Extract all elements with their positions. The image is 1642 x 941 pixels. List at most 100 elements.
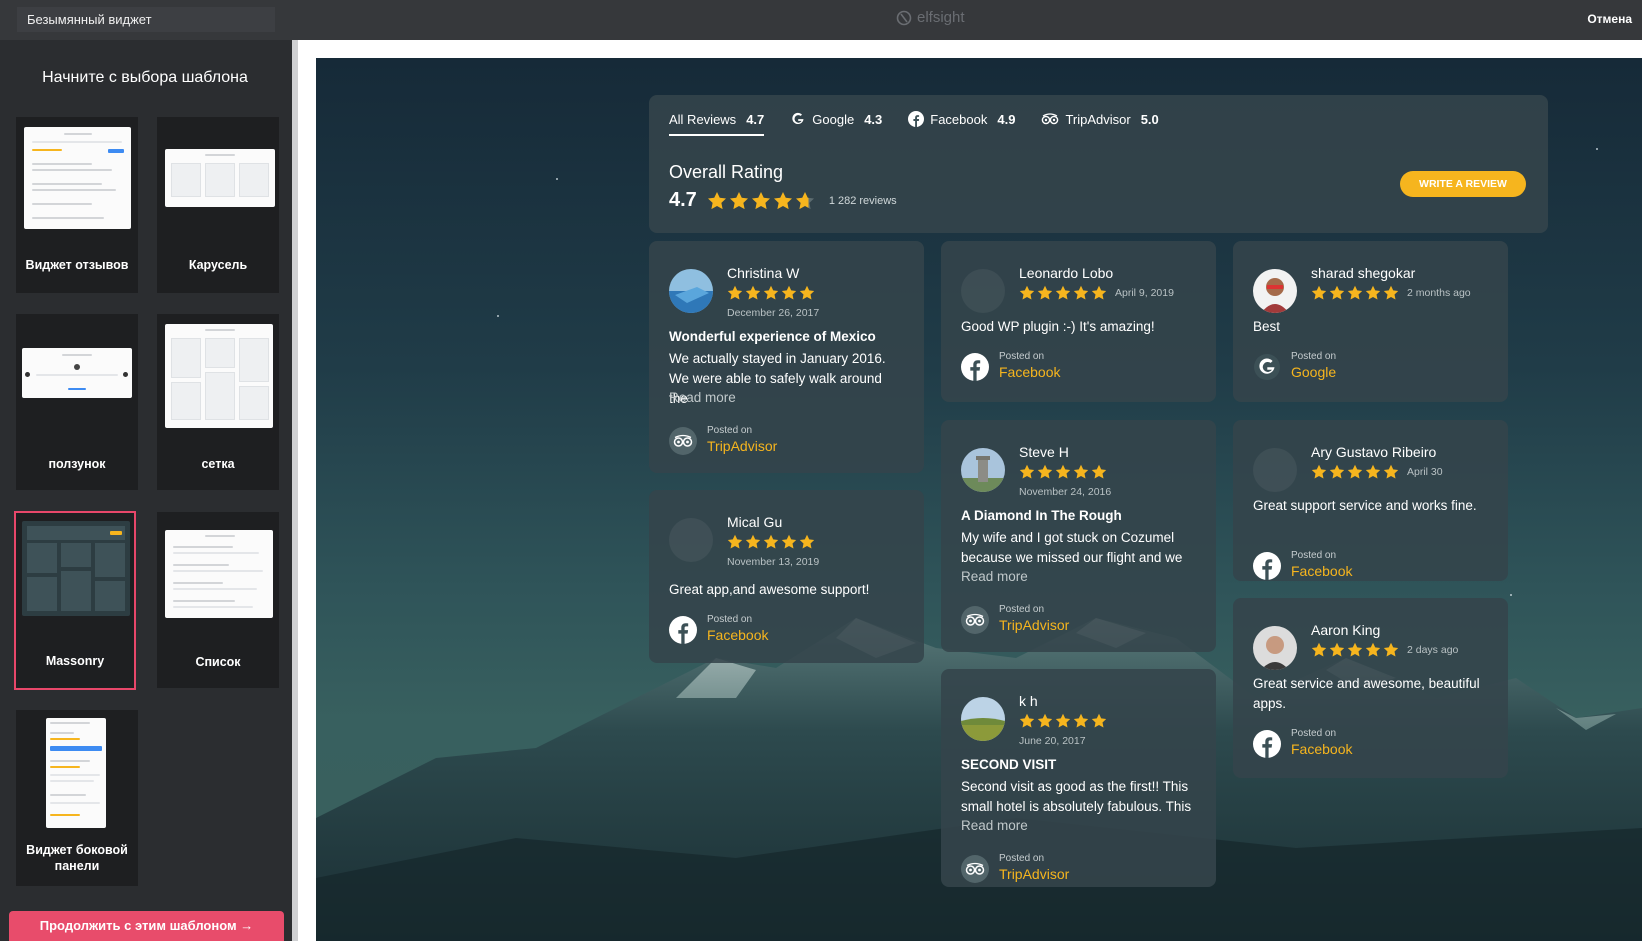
posted-on-label: Posted on — [1291, 351, 1337, 362]
review-stars — [1019, 464, 1107, 480]
review-title: A Diamond In The Rough — [961, 508, 1122, 523]
template-thumbnail — [165, 324, 273, 428]
review-date: November 13, 2019 — [727, 556, 820, 568]
facebook-icon — [1253, 730, 1281, 758]
platform-link[interactable]: Google — [1291, 364, 1336, 380]
review-text: Great service and awesome, beautiful app… — [1253, 676, 1480, 711]
read-more-link[interactable]: Read more — [961, 818, 1028, 833]
avatar — [1253, 269, 1297, 313]
reviewer-name: Mical Gu — [727, 514, 783, 530]
template-label: Карусель — [188, 258, 248, 272]
tab-label: TripAdvisor — [1065, 111, 1131, 127]
review-date: 2 months ago — [1407, 287, 1471, 299]
tripadvisor-icon — [1042, 113, 1059, 125]
facebook-icon — [1253, 552, 1281, 580]
platform-link[interactable]: TripAdvisor — [707, 438, 777, 454]
review-stars — [1019, 285, 1107, 301]
reviewer-name: Aaron King — [1311, 622, 1381, 638]
platform-link[interactable]: Facebook — [1291, 563, 1352, 579]
template-label: ползунок — [48, 457, 106, 471]
read-more-link[interactable]: Read more — [961, 569, 1028, 584]
facebook-icon — [908, 111, 925, 127]
reviewer-name: k h — [1019, 693, 1038, 709]
star-icon — [1073, 285, 1089, 300]
star-icon — [1365, 464, 1381, 479]
template-sidebar-widget[interactable]: Виджет боковой панели — [16, 710, 138, 886]
review-rating: 2 days ago — [1311, 642, 1458, 658]
elfsight-icon — [896, 10, 912, 25]
tab-google[interactable]: Google 4.3 — [790, 107, 882, 131]
widget-name-field[interactable]: Безымянный виджет — [17, 7, 275, 32]
star-icon — [1365, 642, 1381, 657]
overall-rating-title: Overall Rating — [669, 162, 784, 182]
tripadvisor-icon — [669, 427, 697, 455]
star-icon — [1329, 642, 1345, 657]
review-card: Christina W December 26, 2017 Wonderful ex… — [649, 241, 924, 473]
star-icon — [773, 191, 792, 209]
review-text: Best — [1253, 319, 1281, 334]
continue-with-template-button[interactable]: Продолжить с этим шаблоном → — [9, 911, 284, 941]
star-icon — [1019, 464, 1035, 479]
read-more-link[interactable]: Read more — [669, 390, 736, 405]
write-review-button[interactable]: WRITE A REVIEW — [1400, 171, 1526, 197]
review-date: 2 days ago — [1407, 644, 1459, 656]
tab-tripadvisor[interactable]: TripAdvisor 5.0 — [1041, 107, 1159, 131]
template-reviews-widget[interactable]: Виджет отзывов — [16, 117, 138, 293]
tab-rating: 5.0 — [1140, 111, 1159, 127]
template-list[interactable]: Список — [157, 512, 279, 688]
reviews-count: 1 282 reviews — [828, 194, 897, 207]
avatar — [961, 448, 1005, 492]
platform-link[interactable]: TripAdvisor — [999, 866, 1069, 882]
star-icon — [1365, 285, 1381, 300]
rating-header: All Reviews 4.7 Google 4.3 Facebook 4.9 … — [649, 95, 1548, 233]
star-icon — [1329, 464, 1345, 479]
reviewer-name: Steve H — [1019, 444, 1069, 460]
posted-on-label: Posted on — [999, 853, 1045, 864]
template-carousel[interactable]: Карусель — [157, 117, 279, 293]
tab-facebook[interactable]: Facebook 4.9 — [908, 107, 1015, 131]
template-label: Виджет отзывов — [25, 258, 129, 272]
google-icon — [1253, 353, 1281, 381]
star-icon — [1019, 713, 1035, 728]
star-icon — [1091, 285, 1107, 300]
star-icon — [1055, 285, 1071, 300]
platform-link[interactable]: Facebook — [999, 364, 1060, 380]
star-icon — [1037, 713, 1053, 728]
avatar — [669, 518, 713, 562]
star-icon — [1055, 713, 1071, 728]
star-icon — [1073, 464, 1089, 479]
template-grid[interactable]: сетка — [157, 314, 279, 490]
review-date: April 9, 2019 — [1115, 287, 1174, 299]
star-icon — [1347, 285, 1363, 300]
review-card: Aaron King 2 days ago Great service and aw… — [1233, 598, 1508, 778]
template-slider[interactable]: ползунок — [16, 314, 138, 490]
review-rating — [1019, 713, 1107, 729]
platform-link[interactable]: Facebook — [1291, 741, 1352, 757]
template-masonry[interactable]: Massonry — [14, 511, 136, 690]
platform-link[interactable]: Facebook — [707, 627, 768, 643]
tripadvisor-icon — [961, 855, 989, 883]
review-date: December 26, 2017 — [727, 307, 820, 319]
star-icon — [1037, 285, 1053, 300]
template-label: Massonry — [45, 654, 105, 668]
tab-all-reviews[interactable]: All Reviews 4.7 — [669, 107, 765, 136]
avatar — [1253, 448, 1297, 492]
platform-link[interactable]: TripAdvisor — [999, 617, 1069, 633]
template-thumbnail — [24, 127, 131, 229]
star-icon — [1383, 464, 1399, 479]
review-title: Wonderful experience of Mexico — [669, 329, 876, 344]
posted-on-label: Posted on — [707, 425, 753, 436]
star-icon — [1091, 464, 1107, 479]
avatar — [1253, 626, 1297, 670]
posted-on-label: Posted on — [999, 351, 1045, 362]
cancel-button[interactable]: Отмена — [1587, 12, 1632, 26]
facebook-icon — [669, 616, 697, 644]
template-thumbnail — [165, 149, 275, 207]
review-card: sharad shegokar 2 months ago Best Posted on… — [1233, 241, 1508, 402]
review-text: My wife and I got stuck on Cozumel becau… — [961, 530, 1183, 565]
review-text: Good WP plugin :-) It's amazing! — [961, 319, 1155, 334]
reviewer-name: Christina W — [727, 265, 800, 281]
star-icon — [799, 285, 815, 300]
template-thumbnail — [22, 521, 130, 616]
sidebar-title: Начните с выбора шаблона — [42, 69, 248, 86]
